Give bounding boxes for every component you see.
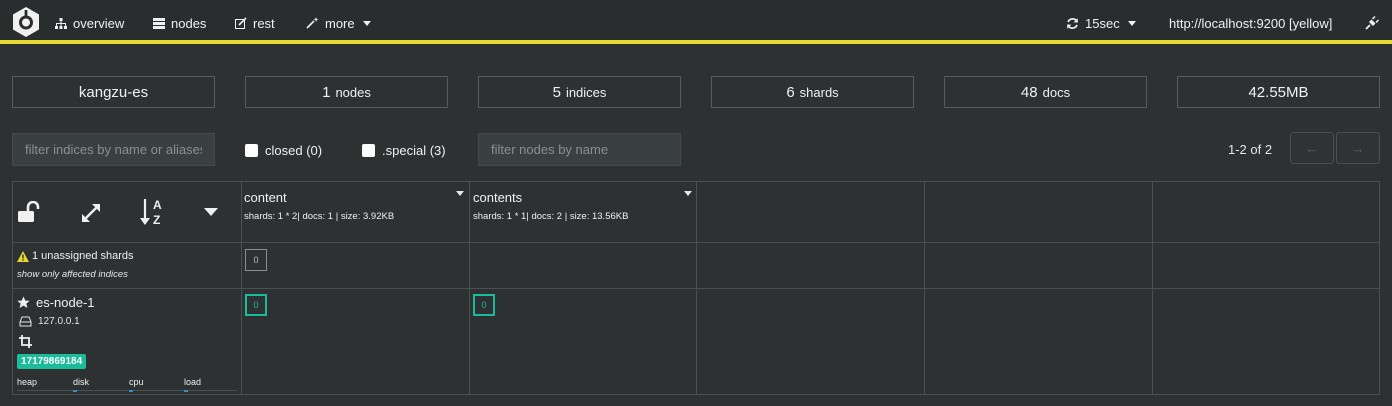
special-label: .special (3) xyxy=(382,143,446,158)
cluster-name: kangzu-es xyxy=(78,83,149,101)
expand-icon[interactable] xyxy=(79,201,103,225)
closed-indices-toggle[interactable]: closed (0) xyxy=(245,143,322,158)
sort-alpha-icon[interactable]: A Z xyxy=(139,197,169,227)
load-usage-bar xyxy=(184,390,188,392)
arrow-left-icon: ← xyxy=(1305,140,1319,156)
connection-url-label: http://localhost:9200 [yellow] xyxy=(1169,15,1333,31)
shards-count-box: 6 shards xyxy=(711,76,914,108)
index-name[interactable]: content xyxy=(244,190,287,205)
special-indices-toggle[interactable]: .special (3) xyxy=(362,143,446,158)
index-meta: shards: 1 * 2| docs: 1 | size: 3.92KB xyxy=(244,211,395,222)
chevron-down-icon xyxy=(362,20,371,26)
chevron-down-icon xyxy=(1127,20,1136,26)
arrow-right-icon: → xyxy=(1351,140,1365,156)
nav-overview[interactable]: overview xyxy=(55,14,124,32)
sitemap-icon xyxy=(55,17,67,29)
disconnect-button[interactable] xyxy=(1365,14,1385,32)
filter-nodes-input[interactable] xyxy=(478,133,681,166)
indices-count-box: 5 indices xyxy=(478,76,681,108)
refresh-interval-dropdown[interactable]: 15sec xyxy=(1066,14,1136,32)
indices-count: 5 xyxy=(552,83,561,101)
unassigned-shard[interactable]: 0 xyxy=(245,249,267,271)
nav-more-label: more xyxy=(325,15,355,31)
size-box: 42.55MB xyxy=(1177,76,1380,108)
grid-divider xyxy=(13,288,1379,289)
shard-number: 0 xyxy=(481,300,487,310)
metric-cpu-label: cpu xyxy=(129,377,144,387)
nav-rest[interactable]: rest xyxy=(235,14,275,32)
indices-unit: indices xyxy=(565,84,607,100)
node-name[interactable]: es-node-1 xyxy=(17,295,95,310)
cluster-size: 42.55MB xyxy=(1248,83,1309,101)
refresh-icon xyxy=(1067,17,1078,29)
unassigned-shards-label: 1 unassigned shards xyxy=(32,250,134,262)
svg-text:A: A xyxy=(153,198,162,212)
connection-url[interactable]: http://localhost:9200 [yellow] xyxy=(1169,14,1332,32)
disk-usage-bar xyxy=(73,390,77,392)
node-ip-label: 127.0.0.1 xyxy=(38,316,80,327)
star-icon xyxy=(17,296,30,308)
navbar: overview nodes rest more 15sec http://lo… xyxy=(0,0,1392,44)
shards-unit: shards xyxy=(799,84,839,100)
shards-count: 6 xyxy=(786,83,795,101)
edit-icon xyxy=(235,17,247,29)
refresh-interval-label: 15sec xyxy=(1085,15,1120,31)
nav-more[interactable]: more xyxy=(306,14,371,32)
node-heap-badge: 17179869184 xyxy=(17,354,87,369)
docs-unit: docs xyxy=(1042,84,1071,100)
shard-number: 0 xyxy=(253,300,259,310)
chevron-down-icon[interactable] xyxy=(456,191,464,196)
nodes-count-box: 1 nodes xyxy=(245,76,448,108)
nav-overview-label: overview xyxy=(73,15,125,31)
metric-load-label: load xyxy=(184,377,202,387)
show-affected-indices-link[interactable]: show only affected indices xyxy=(17,269,128,280)
nav-nodes[interactable]: nodes xyxy=(153,14,206,32)
cluster-name-box: kangzu-es xyxy=(12,76,215,108)
magic-wand-icon xyxy=(306,17,319,29)
closed-checkbox[interactable] xyxy=(245,144,258,157)
metric-heap-label: heap xyxy=(17,377,38,387)
nodes-count: 1 xyxy=(322,83,331,101)
overview-grid: A Z content shards: 1 * 2| docs: 1 | siz… xyxy=(12,181,1380,395)
prev-page-button[interactable]: ← xyxy=(1290,132,1334,164)
index-name[interactable]: contents xyxy=(473,190,522,205)
cerebro-logo-icon[interactable] xyxy=(11,6,41,38)
chevron-down-icon[interactable] xyxy=(684,191,692,196)
shard-number: 0 xyxy=(253,255,259,265)
next-page-button[interactable]: → xyxy=(1336,132,1380,164)
svg-text:Z: Z xyxy=(153,213,160,227)
closed-label: closed (0) xyxy=(265,143,323,158)
metric-track xyxy=(17,390,237,391)
node-name-label: es-node-1 xyxy=(36,295,95,310)
index-meta: shards: 1 * 1| docs: 2 | size: 13.56KB xyxy=(473,211,629,222)
nav-rest-label: rest xyxy=(253,15,275,31)
crop-icon xyxy=(19,335,32,348)
warning-icon xyxy=(17,250,29,262)
assigned-shard[interactable]: 0 xyxy=(473,294,495,316)
filter-indices-input[interactable] xyxy=(12,133,215,166)
docs-count-box: 48 docs xyxy=(944,76,1147,108)
hdd-icon xyxy=(19,316,32,327)
node-ip: 127.0.0.1 xyxy=(19,316,80,327)
grid-divider xyxy=(13,242,1379,243)
nodes-unit: nodes xyxy=(335,84,371,100)
server-icon xyxy=(153,17,165,29)
unlock-icon[interactable] xyxy=(17,201,43,223)
cpu-usage-bar xyxy=(129,390,133,392)
special-checkbox[interactable] xyxy=(362,144,375,157)
pagination-info: 1-2 of 2 xyxy=(1228,142,1273,157)
plug-icon xyxy=(1365,16,1379,30)
unassigned-shards-info: 1 unassigned shards xyxy=(17,250,134,262)
metric-disk-label: disk xyxy=(73,377,90,387)
docs-count: 48 xyxy=(1020,83,1038,101)
nav-nodes-label: nodes xyxy=(171,15,207,31)
chevron-down-icon[interactable] xyxy=(204,208,218,216)
assigned-shard[interactable]: 0 xyxy=(245,294,267,316)
